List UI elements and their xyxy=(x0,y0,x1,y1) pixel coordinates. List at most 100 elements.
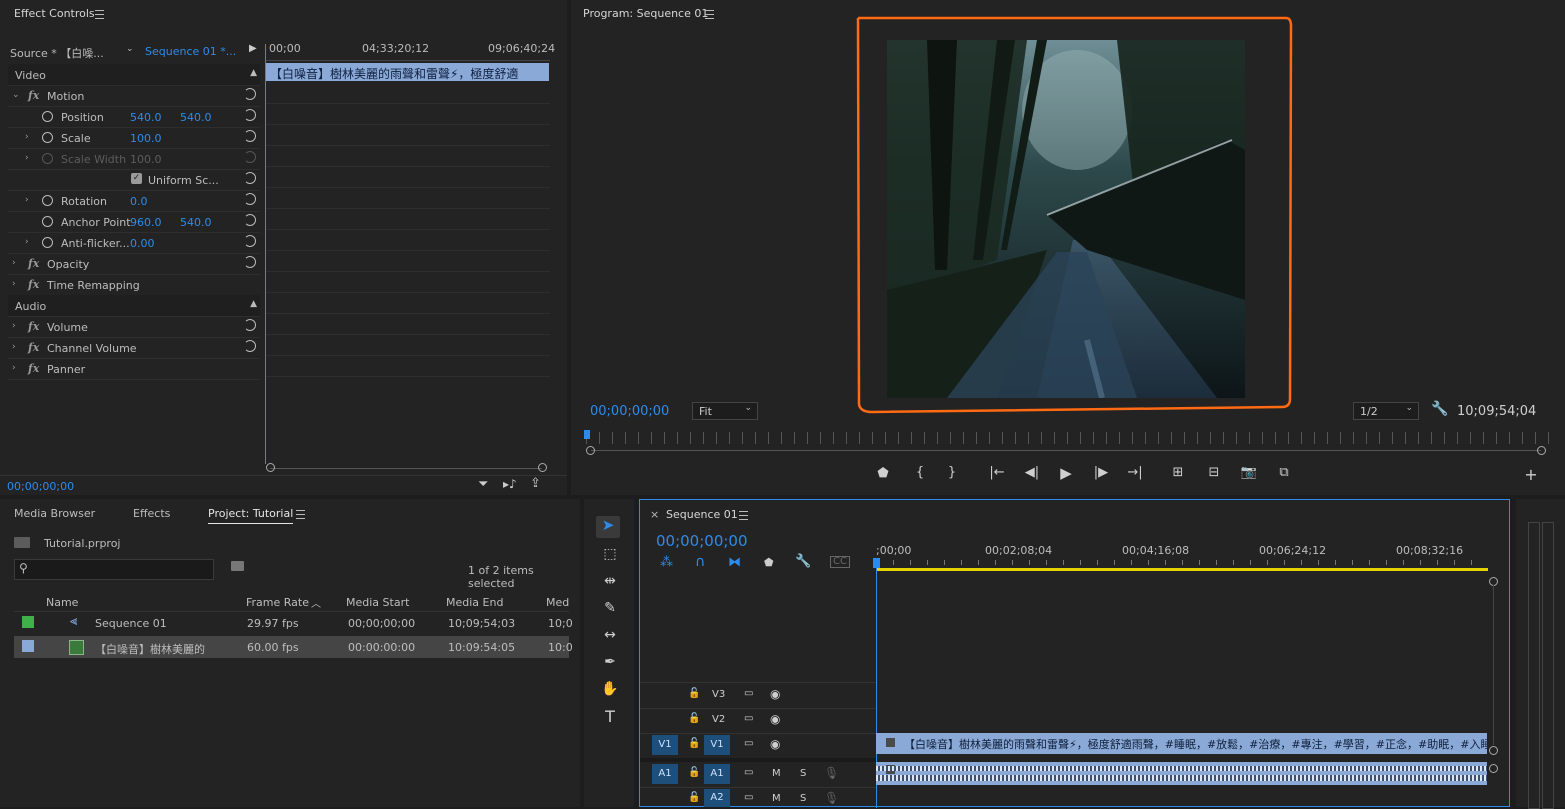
track-v1[interactable]: V1 🔓 V1 ▭ ◉ xyxy=(640,733,874,757)
lock-icon[interactable]: 🔓 xyxy=(688,688,700,699)
ec-playhead[interactable] xyxy=(265,44,266,464)
play-triangle-icon[interactable]: ▶ xyxy=(249,43,257,54)
playhead-marker[interactable] xyxy=(873,558,880,568)
motion-row[interactable]: ⌄ fx Motion xyxy=(8,85,260,107)
panel-menu-icon[interactable] xyxy=(739,511,748,520)
source-patch-v1[interactable]: V1 xyxy=(652,735,678,755)
export-icon[interactable]: ⇪ xyxy=(530,476,541,491)
timeline-ruler[interactable]: ;00;00 00;02;08;04 00;04;16;08 00;06;24;… xyxy=(876,540,1488,568)
reset-icon[interactable] xyxy=(244,235,256,247)
reset-icon[interactable] xyxy=(244,88,256,100)
track-a1[interactable]: A1 🔓 A1 ▭ M S 🎙 xyxy=(640,762,874,786)
reset-icon[interactable] xyxy=(244,256,256,268)
collapse-icon[interactable]: ▲ xyxy=(250,299,257,309)
fx-icon[interactable]: fx xyxy=(28,257,39,270)
scroll-handle-left[interactable] xyxy=(586,446,595,455)
new-bin-from-search-icon[interactable] xyxy=(231,561,244,571)
position-row[interactable]: Position 540.0 540.0 xyxy=(8,106,260,128)
reset-icon[interactable] xyxy=(244,340,256,352)
chevron-down-icon[interactable]: ⌄ xyxy=(12,90,20,100)
track-target-v1[interactable]: V1 xyxy=(704,735,730,755)
program-timecode[interactable]: 00;00;00;00 xyxy=(590,404,669,419)
program-zoom-bar[interactable] xyxy=(591,450,1541,451)
stopwatch-icon[interactable] xyxy=(42,132,53,143)
scroll-handle-right[interactable] xyxy=(538,463,547,472)
col-media-start[interactable]: Media Start xyxy=(346,596,409,609)
panel-menu-icon[interactable] xyxy=(95,10,104,19)
mute-button[interactable]: M xyxy=(772,793,781,804)
source-label[interactable]: Source * 【白噪... xyxy=(10,45,104,61)
lock-icon[interactable]: 🔓 xyxy=(688,792,700,803)
stopwatch-icon[interactable] xyxy=(42,111,53,122)
solo-button[interactable]: S xyxy=(800,768,806,779)
lock-icon[interactable]: 🔓 xyxy=(688,713,700,724)
pen-tool[interactable]: ✒ xyxy=(600,654,620,670)
mark-out-icon[interactable]: } xyxy=(943,465,961,480)
chevron-right-icon[interactable]: › xyxy=(12,321,16,331)
solo-button[interactable]: S xyxy=(800,793,806,804)
opacity-row[interactable]: › fx Opacity xyxy=(8,253,260,275)
timeline-timecode[interactable]: 00;00;00;00 xyxy=(656,532,748,550)
tab-effects[interactable]: Effects xyxy=(133,507,170,520)
wrench-icon[interactable]: 🔧 xyxy=(1431,401,1448,417)
work-area-bar[interactable] xyxy=(876,568,1488,571)
selection-tool[interactable]: ➤ xyxy=(596,516,620,538)
time-remapping-row[interactable]: › fx Time Remapping xyxy=(8,274,260,296)
track-v3[interactable]: 🔓 V3 ▭ ◉ xyxy=(640,683,874,707)
stopwatch-icon[interactable] xyxy=(42,216,53,227)
step-back-icon[interactable]: ◀| xyxy=(1023,465,1041,480)
microphone-icon[interactable]: 🎙 xyxy=(824,791,839,805)
nest-icon[interactable]: ⁂ xyxy=(660,555,673,570)
type-tool[interactable]: T xyxy=(600,707,620,726)
play-icon[interactable]: ▶ xyxy=(1057,464,1075,482)
anchor-x-value[interactable]: 960.0 xyxy=(130,216,162,229)
reset-icon[interactable] xyxy=(244,172,256,184)
mark-in-icon[interactable]: { xyxy=(911,465,929,480)
col-name[interactable]: Name xyxy=(46,596,78,609)
chevron-right-icon[interactable]: › xyxy=(12,342,16,352)
reset-icon[interactable] xyxy=(244,214,256,226)
col-extra[interactable]: Med xyxy=(546,596,569,609)
ec-clip-bar[interactable]: 【白噪音】樹林美麗的雨聲和雷聲⚡，極度舒適 xyxy=(266,63,549,81)
hand-tool[interactable]: ✋ xyxy=(600,681,620,697)
effect-controls-title[interactable]: Effect Controls xyxy=(14,7,95,20)
ec-ruler[interactable]: 00;00 04;33;20;12 09;06;40;24 xyxy=(266,40,555,61)
eye-icon[interactable]: ◉ xyxy=(770,687,780,701)
scroll-handle-left[interactable] xyxy=(266,463,275,472)
uniform-scale-checkbox[interactable]: ✓ xyxy=(131,173,142,184)
lift-icon[interactable]: ⊞ xyxy=(1169,465,1187,480)
chevron-right-icon[interactable]: › xyxy=(25,237,29,247)
program-title[interactable]: Program: Sequence 01 xyxy=(583,7,708,20)
lock-icon[interactable]: 🔓 xyxy=(688,738,700,749)
table-row[interactable]: ⫷ Sequence 01 29.97 fps 00;00;00;00 10;0… xyxy=(14,612,573,634)
chevron-right-icon[interactable]: › xyxy=(12,279,16,289)
fx-icon[interactable]: fx xyxy=(28,341,39,354)
col-media-end[interactable]: Media End xyxy=(446,596,503,609)
go-to-in-icon[interactable]: |← xyxy=(988,465,1006,480)
track-target-a1[interactable]: A1 xyxy=(704,764,730,784)
captions-icon[interactable]: CC xyxy=(830,556,850,568)
track-a2[interactable]: 🔓 A2 ▭ M S 🎙 xyxy=(640,787,874,807)
chevron-right-icon[interactable]: › xyxy=(25,132,29,142)
sync-lock-icon[interactable]: ▭ xyxy=(744,767,753,778)
anti-flicker-value[interactable]: 0.00 xyxy=(130,237,155,250)
sync-lock-icon[interactable]: ▭ xyxy=(744,688,753,699)
reset-icon[interactable] xyxy=(244,319,256,331)
project-search-input[interactable]: ⚲ xyxy=(14,559,214,580)
stopwatch-icon[interactable] xyxy=(42,195,53,206)
scroll-handle-right[interactable] xyxy=(1537,446,1546,455)
add-button-icon[interactable]: + xyxy=(1522,465,1540,484)
tab-project[interactable]: Project: Tutorial xyxy=(208,507,294,524)
rotation-row[interactable]: › Rotation 0.0 xyxy=(8,190,260,212)
scale-row[interactable]: › Scale 100.0 xyxy=(8,127,260,149)
add-marker-icon[interactable]: ⬟ xyxy=(764,556,774,569)
vertical-scrollbar[interactable] xyxy=(1493,585,1494,745)
program-scrub-ruler[interactable] xyxy=(586,432,1550,444)
lock-icon[interactable]: 🔓 xyxy=(688,767,700,778)
program-playhead[interactable] xyxy=(584,430,590,439)
eye-icon[interactable]: ◉ xyxy=(770,712,780,726)
eye-icon[interactable]: ◉ xyxy=(770,737,780,751)
panner-row[interactable]: › fx Panner xyxy=(8,358,260,380)
go-to-out-icon[interactable]: →| xyxy=(1126,465,1144,480)
reset-icon[interactable] xyxy=(244,193,256,205)
